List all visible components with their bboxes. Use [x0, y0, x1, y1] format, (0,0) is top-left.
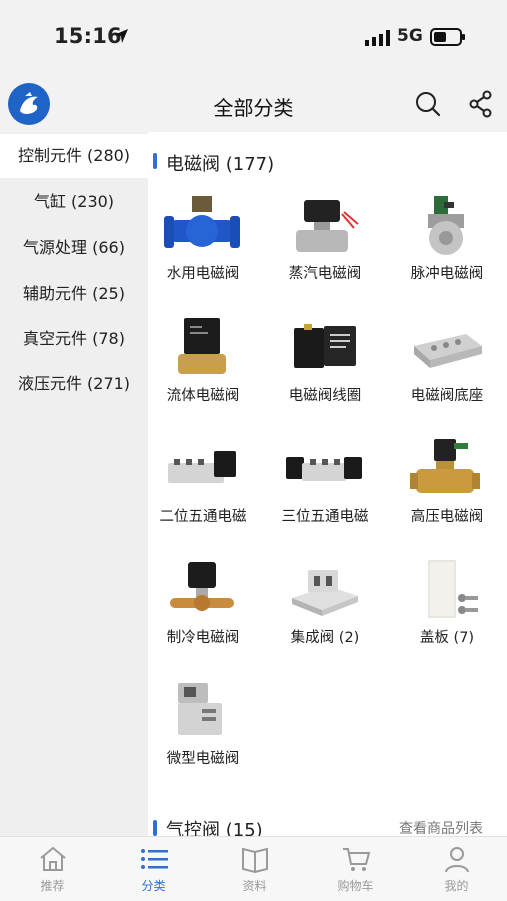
micro-solenoid-valve-icon [178, 683, 222, 735]
solenoid-coil-icon [294, 324, 356, 368]
home-icon [40, 846, 66, 871]
view-product-list-link[interactable]: 查看商品列表 [399, 818, 483, 836]
high-pressure-valve-icon [410, 439, 480, 493]
tab-label: 我的 [444, 879, 469, 893]
battery-icon [430, 28, 465, 46]
tile-label: 蒸汽电磁阀 [288, 266, 362, 282]
section-marker [153, 820, 157, 836]
section-title-air-valve: 气控阀 (15) [166, 820, 263, 836]
pulse-solenoid-valve-icon [428, 196, 464, 255]
category-tile[interactable]: 微型电磁阀 [148, 679, 258, 789]
tab-profile[interactable]: 我的 [406, 837, 507, 901]
water-solenoid-valve-icon [164, 196, 240, 248]
tile-label: 水用电磁阀 [166, 266, 240, 282]
category-tile[interactable]: 流体电磁阀 [148, 316, 258, 426]
sidebar-item-control[interactable]: 控制元件 (280) [0, 134, 148, 178]
list-icon [141, 849, 168, 869]
tile-label: 脉冲电磁阀 [410, 266, 484, 282]
category-tile[interactable]: 电磁阀底座 [392, 316, 502, 426]
tile-label: 高压电磁阀 [410, 509, 484, 525]
tile-label: 电磁阀线圈 [288, 388, 362, 404]
category-tile[interactable]: 制冷电磁阀 [148, 558, 258, 668]
tile-label: 集成阀 (2) [290, 630, 360, 646]
category-tile[interactable]: 集成阀 (2) [270, 558, 380, 668]
category-tile[interactable]: 二位五通电磁 [148, 437, 258, 547]
status-bar: 15:16 5G [0, 0, 507, 76]
category-tile[interactable]: 高压电磁阀 [392, 437, 502, 547]
section-marker [153, 153, 157, 169]
book-icon [242, 847, 268, 873]
refrigeration-valve-icon [170, 562, 234, 611]
network-type: 5G [397, 26, 423, 46]
category-tile[interactable]: 三位五通电磁 [270, 437, 380, 547]
sidebar-item-vacuum[interactable]: 真空元件 (78) [0, 317, 148, 361]
share-icon[interactable] [468, 90, 494, 118]
tab-category[interactable]: 分类 [103, 837, 204, 901]
fluid-solenoid-valve-icon [178, 318, 226, 374]
category-tile[interactable]: 脉冲电磁阀 [392, 194, 502, 304]
tab-label: 分类 [141, 879, 166, 893]
tab-home[interactable]: 推荐 [2, 837, 103, 901]
category-content: 电磁阀 (177) 水用电磁阀 蒸汽电磁阀 脉冲电磁阀 流体电磁阀 电磁阀线圈 … [148, 132, 507, 836]
two-position-valve-icon [168, 451, 236, 483]
category-tile[interactable]: 电磁阀线圈 [270, 316, 380, 426]
tab-bar: 推荐 分类 资料 购物车 我的 [0, 836, 507, 901]
category-tile[interactable]: 水用电磁阀 [148, 194, 258, 304]
user-icon [445, 847, 469, 873]
search-icon[interactable] [414, 90, 442, 118]
category-tile[interactable]: 盖板 (7) [392, 558, 502, 668]
tile-label: 制冷电磁阀 [166, 630, 240, 646]
tab-cart[interactable]: 购物车 [305, 837, 406, 901]
tab-label: 推荐 [40, 879, 65, 893]
tab-docs[interactable]: 资料 [204, 837, 305, 901]
steam-solenoid-valve-icon [296, 200, 359, 252]
tab-label: 资料 [242, 879, 267, 893]
sidebar-item-cylinder[interactable]: 气缸 (230) [0, 180, 148, 224]
tile-label: 电磁阀底座 [410, 388, 484, 404]
valve-base-icon [414, 334, 482, 368]
integrated-valve-icon [292, 570, 358, 616]
tab-label: 购物车 [337, 879, 374, 893]
tile-label: 三位五通电磁 [281, 509, 369, 525]
category-tile[interactable]: 蒸汽电磁阀 [270, 194, 380, 304]
cart-icon [343, 848, 371, 871]
sidebar-item-air-treatment[interactable]: 气源处理 (66) [0, 226, 148, 270]
tile-label: 流体电磁阀 [166, 388, 240, 404]
sidebar-item-hydraulic[interactable]: 液压元件 (271) [0, 362, 148, 406]
tile-label: 二位五通电磁 [159, 509, 247, 525]
location-arrow-icon [114, 29, 128, 43]
tile-label: 微型电磁阀 [166, 751, 240, 767]
three-position-valve-icon [286, 457, 362, 481]
section-title-solenoid: 电磁阀 (177) [166, 154, 275, 175]
signal-icon [365, 30, 390, 46]
tile-label: 盖板 (7) [419, 630, 475, 646]
sidebar-item-auxiliary[interactable]: 辅助元件 (25) [0, 272, 148, 316]
category-sidebar: 控制元件 (280) 气缸 (230) 气源处理 (66) 辅助元件 (25) … [0, 132, 148, 836]
cover-plate-icon [428, 560, 478, 618]
